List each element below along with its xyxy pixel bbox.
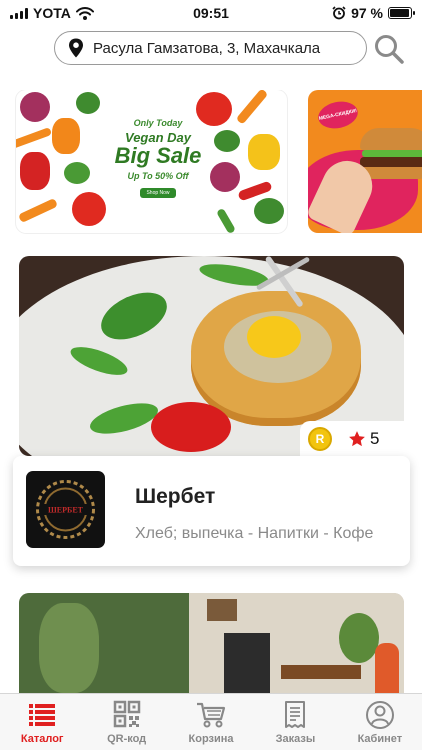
cart-icon xyxy=(197,702,226,728)
location-pin-icon xyxy=(69,38,83,58)
promo-text: Only Today Vegan Day Big Sale Up To 50% … xyxy=(108,118,208,199)
red-pepper-image xyxy=(20,152,50,190)
promo-line-3: Big Sale xyxy=(114,143,202,168)
onion-image-2 xyxy=(210,162,240,192)
broccoli-image-3 xyxy=(214,130,240,152)
vegan-sale-banner[interactable]: Only Today Vegan Day Big Sale Up To 50% … xyxy=(16,90,287,233)
carrot-image xyxy=(16,127,53,149)
restaurant-photo-2[interactable] xyxy=(19,593,404,703)
interior-frame xyxy=(207,599,237,621)
restaurant-categories: Хлеб; выпечка - Напитки - Кофе xyxy=(135,525,374,542)
rating: 5 xyxy=(348,429,379,449)
broccoli-image-4 xyxy=(254,198,284,224)
battery-fill xyxy=(390,9,410,17)
alarm-icon xyxy=(332,6,346,20)
burger-banner[interactable]: MEGA-СКИДКИ! xyxy=(308,90,422,233)
tab-label: Каталог xyxy=(20,733,64,745)
logo-text: ШЕРБЕТ xyxy=(48,506,84,515)
promo-line-1: Only Today xyxy=(133,118,183,128)
plants-highlight xyxy=(39,603,99,693)
tomato-slice xyxy=(151,402,231,452)
sticker-text: MEGA-СКИДКИ! xyxy=(318,108,358,122)
broccoli-image-2 xyxy=(64,162,90,184)
tab-label: Кабинет xyxy=(357,733,403,745)
restaurant-logo: ШЕРБЕТ xyxy=(26,471,105,548)
tab-bar: Каталог QR-код Корзина Заказы Кабинет xyxy=(0,693,422,750)
yellow-pepper-image xyxy=(248,134,280,170)
coin-symbol: R xyxy=(315,432,325,446)
tab-label: Корзина xyxy=(188,733,234,745)
rating-value: 5 xyxy=(370,429,380,448)
catalog-list-icon xyxy=(29,704,56,726)
tab-cart[interactable]: Корзина xyxy=(169,694,253,750)
battery-icon xyxy=(388,7,415,19)
battery-percent: 97 % xyxy=(351,5,383,21)
pepper-image xyxy=(52,118,80,154)
rating-badge: R 5 xyxy=(300,421,409,457)
restaurant-card[interactable]: ШЕРБЕТ Шербет Хлеб; выпечка - Напитки - … xyxy=(13,456,410,566)
status-right: 97 % xyxy=(332,5,415,21)
carrot-image-3 xyxy=(235,90,269,125)
onion-image xyxy=(20,92,50,122)
coin-icon: R xyxy=(308,427,332,451)
tomato-image xyxy=(72,192,106,226)
broccoli-image xyxy=(76,92,100,114)
promo-carousel[interactable]: Only Today Vegan Day Big Sale Up To 50% … xyxy=(0,90,422,234)
ornament-logo: ШЕРБЕТ xyxy=(36,480,95,539)
tab-qr[interactable]: QR-код xyxy=(84,694,168,750)
user-icon xyxy=(365,701,394,729)
table xyxy=(281,665,361,679)
tree xyxy=(339,613,379,663)
status-bar: YOTA 09:51 97 % xyxy=(0,0,422,26)
promo-line-4: Up To 50% Off xyxy=(127,171,189,181)
carrot-image-2 xyxy=(17,197,59,224)
restaurant-name: Шербет xyxy=(135,485,216,508)
search-icon[interactable] xyxy=(372,32,406,66)
address-text: Расула Гамзатова, 3, Махачкала xyxy=(93,39,321,57)
sticker-badge: MEGA-СКИДКИ! xyxy=(315,98,361,132)
egg-yolk xyxy=(247,316,301,358)
address-field[interactable]: Расула Гамзатова, 3, Махачкала xyxy=(54,31,367,65)
tab-label: Заказы xyxy=(275,733,316,745)
star-icon xyxy=(349,431,365,447)
shop-now-button[interactable]: Shop Now xyxy=(140,188,176,198)
tab-label: QR-код xyxy=(107,733,147,745)
tab-catalog[interactable]: Каталог xyxy=(0,694,84,750)
receipt-icon xyxy=(285,701,306,728)
chili-image xyxy=(216,207,236,233)
qr-code-icon xyxy=(113,700,140,728)
tab-orders[interactable]: Заказы xyxy=(253,694,337,750)
tab-account[interactable]: Кабинет xyxy=(338,694,422,750)
